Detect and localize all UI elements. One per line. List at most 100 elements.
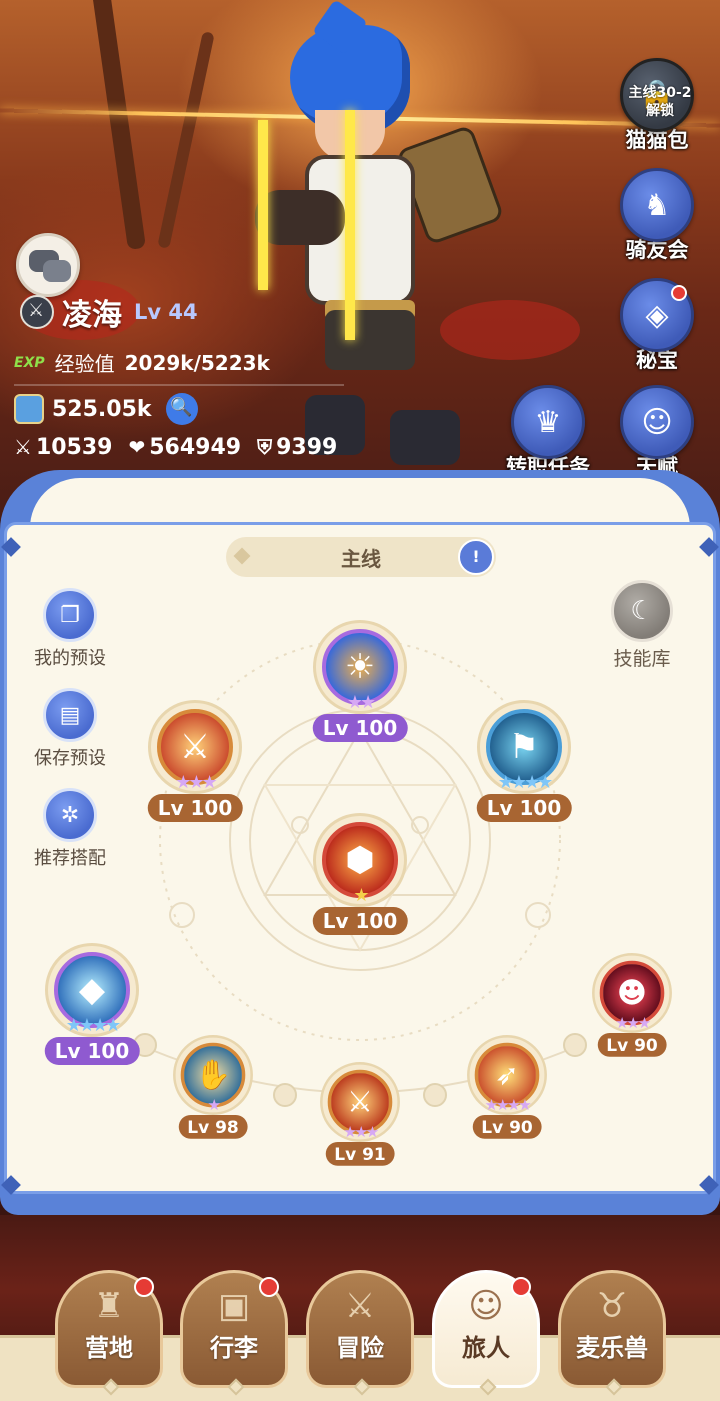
hp-stat: ❤ 564949 xyxy=(128,435,241,460)
exp-row: EXP 经验值 2029k/5223k xyxy=(14,348,270,377)
defense-stat: ⛨ 9399 xyxy=(257,435,337,460)
lightning-bolt-effect xyxy=(345,110,355,340)
skill-stars: ★★★★ xyxy=(497,772,554,793)
brain-head-icon: ☺ xyxy=(620,385,694,459)
treasure-button[interactable]: ◈ 秘宝 xyxy=(620,278,694,374)
combat-power: 525.05k xyxy=(52,396,152,422)
defense-value: 9399 xyxy=(276,435,338,460)
skill-slot[interactable]: ☻ ★★★ Lv 90 xyxy=(592,953,672,1057)
nav-traveler[interactable]: ☺ 旅人 xyxy=(432,1270,540,1396)
skill-stars: ★★★★ xyxy=(484,1096,532,1115)
castle-icon: ♜ xyxy=(93,1286,125,1326)
class-badge-icon[interactable] xyxy=(20,295,54,329)
skill-level: Lv 100 xyxy=(312,907,408,935)
lightning-bolt-effect xyxy=(258,120,268,290)
power-shield-icon xyxy=(14,394,44,424)
player-level: Lv 44 xyxy=(134,300,198,324)
player-name: 凌海 xyxy=(62,298,122,333)
skill-level: Lv 98 xyxy=(178,1114,248,1139)
skill-library-button[interactable]: ☾ 技能库 xyxy=(604,580,680,671)
save-preset-button[interactable]: ▤ 保存预设 xyxy=(22,688,118,770)
skill-library-icon: ☾ xyxy=(611,580,673,642)
skill-level: Lv 90 xyxy=(472,1114,542,1139)
skill-slot[interactable]: ⬢ ★ Lv 100 xyxy=(312,813,408,935)
nav-adventure[interactable]: ⚔ 冒险 xyxy=(306,1270,414,1396)
skill-level: Lv 100 xyxy=(476,794,572,822)
my-preset-button[interactable]: ❐ 我的预设 xyxy=(22,588,118,670)
skill-slot[interactable]: ☀ ★★ Lv 100 xyxy=(312,620,408,742)
cat-face-icon: ♉ xyxy=(596,1286,628,1326)
exp-label: 经验值 xyxy=(54,352,115,376)
notification-dot xyxy=(671,285,687,301)
mainline-tab-label: 主线 xyxy=(341,546,381,571)
character-arm xyxy=(255,190,345,245)
skill-slot[interactable]: ⚔ ★★★ Lv 100 xyxy=(147,700,243,822)
exp-icon: EXP xyxy=(14,354,45,371)
hp-value: 564949 xyxy=(149,435,242,460)
diamond-ornament xyxy=(233,547,251,565)
traveler-portrait-icon: ☺ xyxy=(468,1286,504,1326)
notification-dot xyxy=(511,1277,531,1297)
skill-slot[interactable]: ✋ ★ Lv 98 xyxy=(173,1035,253,1139)
search-icon[interactable]: 🔍 xyxy=(165,393,198,425)
skill-slot[interactable]: ➶ ★★★★ Lv 90 xyxy=(467,1035,547,1139)
unlock-condition: 主线30-2 解锁 xyxy=(628,85,692,119)
save-preset-label: 保存预设 xyxy=(34,748,106,769)
rider-club-button[interactable]: ♞ 骑友会 xyxy=(620,168,694,264)
stats-row: ⚔ 10539 ❤ 564949 ⛨ 9399 xyxy=(14,435,337,460)
skill-level: Lv 90 xyxy=(597,1032,667,1057)
cards-icon: ❐ xyxy=(43,588,97,642)
heart-icon: ❤ xyxy=(128,435,146,459)
skill-stars: ★★ xyxy=(346,692,376,713)
nav-camp[interactable]: ♜ 营地 xyxy=(55,1270,163,1396)
mainline-tab[interactable]: 主线 ! xyxy=(226,537,496,577)
skill-stars: ★★★ xyxy=(343,1123,379,1142)
dead-tree xyxy=(91,0,147,250)
skill-stars: ★★★ xyxy=(175,772,217,793)
horse-icon: ♞ xyxy=(620,168,694,242)
recommend-label: 推荐搭配 xyxy=(34,848,106,869)
attack-value: 10539 xyxy=(35,435,113,460)
nav-pet-label: 麦乐兽 xyxy=(576,1334,648,1362)
nav-pet[interactable]: ♉ 麦乐兽 xyxy=(558,1270,666,1396)
crossed-swords-icon: ⚔ xyxy=(14,435,32,459)
skill-library-label: 技能库 xyxy=(613,648,671,670)
nav-camp-label: 营地 xyxy=(85,1334,133,1362)
nav-traveler-label: 旅人 xyxy=(462,1334,510,1362)
recommend-button[interactable]: ✲ 推荐搭配 xyxy=(22,788,118,870)
skill-stars: ★ xyxy=(353,885,369,906)
skill-stars: ★★★★ xyxy=(65,1015,122,1036)
save-disk-icon: ▤ xyxy=(43,688,97,742)
notification-dot xyxy=(134,1277,154,1297)
notification-dot xyxy=(259,1277,279,1297)
skill-stars: ★ xyxy=(207,1096,221,1115)
attack-stat: ⚔ 10539 xyxy=(14,435,112,460)
skill-slot[interactable]: ⚔ ★★★ Lv 91 xyxy=(320,1062,400,1166)
crown-icon: ♛ xyxy=(511,385,585,459)
skill-level: Lv 100 xyxy=(44,1037,140,1065)
skill-stars: ★★★ xyxy=(615,1014,651,1033)
nav-luggage-label: 行李 xyxy=(210,1334,258,1362)
talent-button[interactable]: ☺ 天赋 xyxy=(620,385,694,481)
shield-icon: ⛨ xyxy=(257,435,273,459)
skill-slot[interactable]: ⚑ ★★★★ Lv 100 xyxy=(476,700,572,822)
skill-slot[interactable]: ◆ ★★★★ Lv 100 xyxy=(44,943,140,1065)
skill-level: Lv 91 xyxy=(325,1141,395,1166)
power-row: 525.05k 🔍 xyxy=(14,393,198,425)
job-quest-button[interactable]: ♛ 转职任务 xyxy=(506,385,590,481)
dead-tree xyxy=(157,31,215,249)
combo-icon: ✲ xyxy=(43,788,97,842)
skill-level: Lv 100 xyxy=(147,794,243,822)
exp-value: 2029k/5223k xyxy=(124,350,270,375)
nav-adventure-label: 冒险 xyxy=(336,1334,384,1362)
nav-luggage[interactable]: ▣ 行李 xyxy=(180,1270,288,1396)
chat-button[interactable] xyxy=(16,233,80,297)
skill-level: Lv 100 xyxy=(312,714,408,742)
character-legs xyxy=(325,310,415,370)
chat-bubble-icon xyxy=(43,260,71,282)
book-icon[interactable]: ! xyxy=(458,539,494,575)
divider xyxy=(14,384,344,386)
treasure-icon: ◈ xyxy=(620,278,694,352)
my-preset-label: 我的预设 xyxy=(34,648,106,669)
backpack-icon: ▣ xyxy=(217,1286,251,1326)
